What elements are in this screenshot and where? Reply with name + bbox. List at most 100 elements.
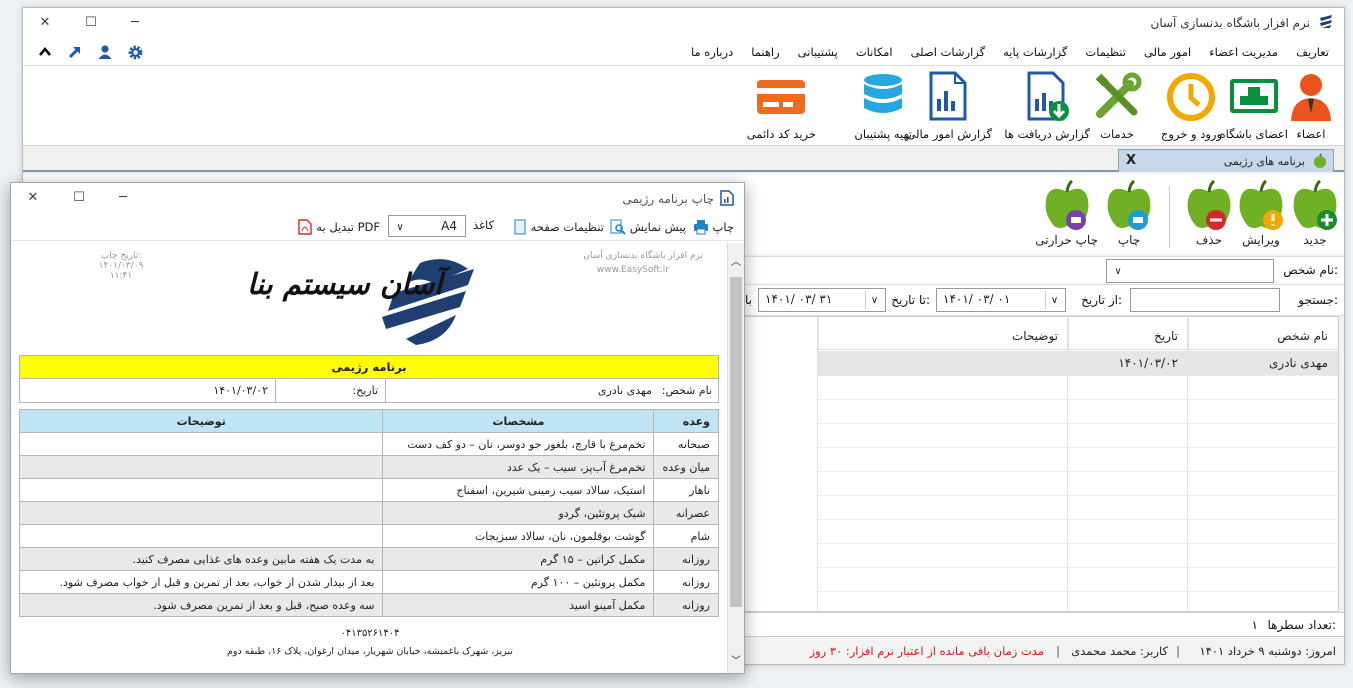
from-date-picker[interactable]: ۱۴۰۱/ ۰۳/ ۰۱ ∨ [936,288,1066,312]
diet-table: وعده مشخصات توضیحات صبحانه تخم‌مرغ با قار… [18,409,719,617]
grid-header-person[interactable]: نام شخص [1188,317,1338,350]
chevron-down-icon: ∨ [1045,291,1063,309]
maximize-button[interactable]: ☐ [77,12,105,34]
menu-about[interactable]: درباره ما [682,45,742,59]
dialog-toolbar: چاپ پیش نمایش تنظیمات صفحه کاغذ A4 ∨ تبد… [11,213,744,241]
close-button[interactable]: ✕ [31,12,59,34]
minimize-button[interactable]: ─ [121,12,149,34]
apple-add-icon [1293,180,1337,230]
action-label: ویرایش [1242,233,1280,247]
cell-notes [18,455,384,479]
grid-header-notes[interactable]: توضیحات [818,317,1068,350]
chevron-down-icon: ∨ [1114,265,1122,277]
ribbon-label: خدمات [1100,127,1134,141]
ribbon: اعضاء اعضای باشگاه ورود و خروج خدمات گزا… [23,66,1344,146]
preview-scrollbar[interactable]: ︿ ﹀ [727,243,744,673]
table-row[interactable]: مهدی نادری ۱۴۰۱/۰۳/۰۲ [818,351,1338,375]
ribbon-buy-code-button[interactable]: خرید کد دائمی [747,70,816,141]
print-button[interactable]: چاپ [1104,180,1154,247]
new-button[interactable]: جدید [1290,180,1340,247]
cell-details: تخم‌مرغ آب‌پز، سیب – یک عدد [382,455,655,479]
print-preview-page: نرم افزار باشگاه بدنسازی آسان www.EasySo… [11,243,729,673]
to-date-value: ۱۴۰۱/ ۰۳/ ۳۱ [765,292,833,306]
apple-thermal-print-icon [1045,180,1089,230]
row-count-label: تعداد سطرها: [1267,618,1336,632]
menu-tools[interactable]: امکانات [847,45,902,59]
ribbon-receipts-report-button[interactable]: گزارش دریافت ها [1004,70,1090,141]
ribbon-backup-button[interactable]: تهیه پشتیبان [854,70,912,141]
external-link-icon[interactable] [65,42,85,62]
cell-details: تخم‌مرغ با قارچ، بلغور جو دوسر، نان – دو… [382,432,655,456]
cell-notes: به مدت یک هفته مابین وعده های غذایی مصرف… [18,547,384,571]
report-date-label: تاریخ: [352,384,378,397]
ribbon-members-button[interactable]: اعضاء [1284,70,1338,141]
thermal-print-button[interactable]: چاپ حرارتی [1035,180,1098,247]
table-row: روزانه مکمل آمینو اسید سه وعده صبح، قبل و … [18,593,719,617]
status-expiry: مدت زمان باقی مانده از اعتبار نرم افزار:… [809,644,1044,658]
report-heading: برنامه رژیمی [19,355,719,379]
filter-trailing-label: با [745,293,752,307]
chevron-up-icon[interactable] [35,42,55,62]
main-menu: تعاریف مدیریت اعضاء امور مالی تنظیمات گز… [682,38,1338,66]
tab-close-icon[interactable]: X [1126,153,1136,168]
menu-basic-reports[interactable]: گزارشات پایه [994,45,1076,59]
from-date-value: ۱۴۰۱/ ۰۳/ ۰۱ [943,292,1011,306]
cell-date: ۱۴۰۱/۰۳/۰۲ [1118,356,1178,370]
edit-button[interactable]: ویرایش [1236,180,1286,247]
chevron-down-icon[interactable]: ﹀ [731,652,741,667]
from-date-label: از تاریخ: [1081,293,1122,307]
print-time-value: ۱۱:۴۱ [109,271,133,281]
dialog-close-button[interactable]: ✕ [19,187,47,209]
ribbon-finance-report-button[interactable]: گزارش امور مالی [906,70,992,141]
status-user: کاربر: محمد محمدی [1071,644,1168,658]
menu-definitions[interactable]: تعاریف [1287,45,1338,59]
person-combo[interactable]: ∨ [1106,259,1274,283]
window-title: نرم افزار باشگاه بدنسازی آسان [1150,16,1310,30]
menu-finance[interactable]: امور مالی [1135,45,1200,59]
action-label: حذف [1195,233,1223,247]
cell-details: استیک، سالاد سیب زمینی شیرین، اسفناج [382,478,655,502]
tab-diet-programs[interactable]: برنامه های رژیمی X [1118,149,1334,172]
report-date-value: ۱۴۰۱/۰۳/۰۲ [213,384,268,397]
print-dialog: ✕ ☐ ─ چاپ برنامه رژیمی چاپ پیش نمایش تنظ… [10,182,745,674]
gear-icon[interactable] [125,42,145,62]
table-row: روزانه مکمل کراتین – ۱۵ گرم به مدت یک هفته… [18,547,719,571]
menu-help[interactable]: راهنما [742,45,788,59]
table-row: عصرانه شیک پروتئین، گردو [18,501,719,525]
paper-size-combo[interactable]: A4 ∨ [388,215,466,237]
menu-support[interactable]: پشتیبانی [789,45,847,59]
dialog-page-setup-button[interactable]: تنظیمات صفحه [513,219,604,235]
magnifier-page-icon [610,219,626,235]
table-row: میان وعده تخم‌مرغ آب‌پز، سیب – یک عدد [18,455,719,479]
apple-icon [1314,153,1326,168]
delete-button[interactable]: حذف [1184,180,1234,247]
dialog-preview-button[interactable]: پیش نمایش [610,219,686,235]
cell-meal: صبحانه [653,432,719,456]
ribbon-label: گزارش دریافت ها [1004,127,1090,141]
chevron-up-icon[interactable]: ︿ [731,253,741,268]
grid-header-date[interactable]: تاریخ [1068,317,1188,350]
user-icon[interactable] [95,42,115,62]
paper-size-label: کاغذ [472,218,494,232]
menu-members[interactable]: مدیریت اعضاء [1200,45,1287,59]
print-date-label: تاریخ چاپ: [100,251,142,261]
dialog-print-button[interactable]: چاپ [693,219,734,235]
ribbon-services-button[interactable]: خدمات [1090,70,1144,141]
search-input[interactable] [1130,288,1280,312]
ribbon-label: اعضاء [1296,127,1326,141]
ribbon-club-members-button[interactable]: اعضای باشگاه [1220,70,1288,141]
ribbon-label: گزارش امور مالی [906,127,992,141]
to-date-picker[interactable]: ۱۴۰۱/ ۰۳/ ۳۱ ∨ [758,288,886,312]
dialog-minimize-button[interactable]: ─ [109,187,137,209]
tools-icon [1095,72,1142,118]
menu-main-reports[interactable]: گزارشات اصلی [902,45,995,59]
report-icon [720,190,734,206]
apple-print-icon [1107,180,1151,230]
ribbon-entry-exit-button[interactable]: ورود و خروج [1161,70,1222,141]
menu-settings[interactable]: تنظیمات [1076,45,1135,59]
scrollbar-thumb[interactable] [730,277,742,607]
export-pdf-button[interactable]: تبدیل به PDF [298,219,380,235]
dialog-maximize-button[interactable]: ☐ [65,187,93,209]
table-row: صبحانه تخم‌مرغ با قارچ، بلغور جو دوسر، نا… [18,432,719,456]
cell-notes [18,501,384,525]
